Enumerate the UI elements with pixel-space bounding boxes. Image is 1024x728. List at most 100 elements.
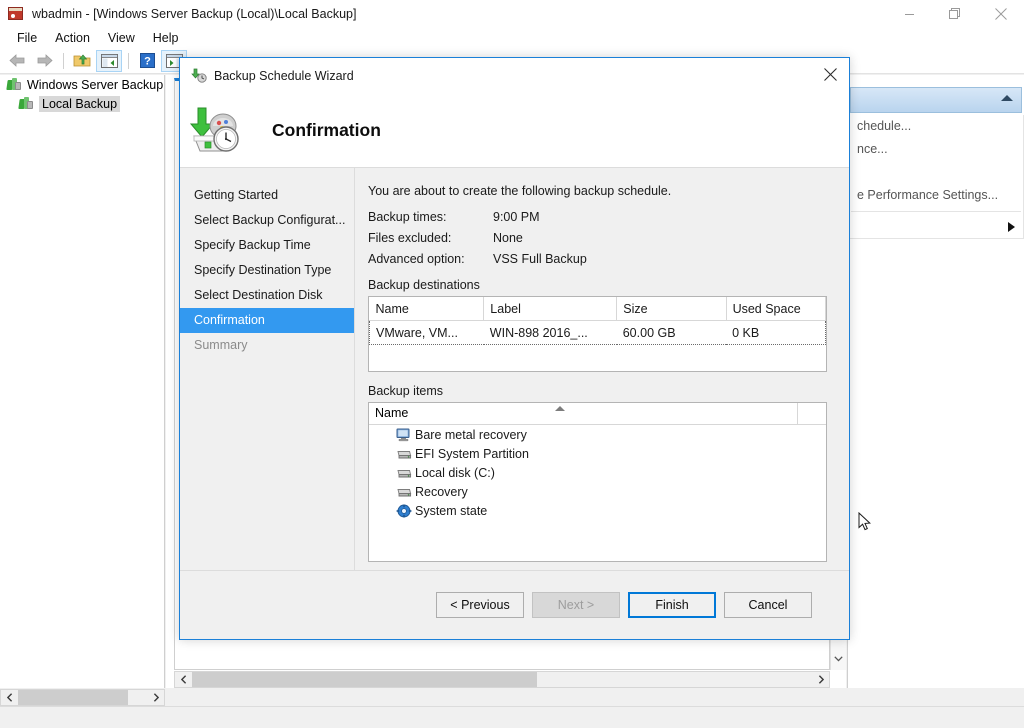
back-icon[interactable]: [4, 50, 30, 72]
table-row[interactable]: VMware, VM... WIN-898 2016_... 60.00 GB …: [370, 321, 826, 345]
cancel-button[interactable]: Cancel: [724, 592, 812, 618]
list-item-label: Local disk (C:): [415, 466, 495, 480]
backup-destinations-table[interactable]: Name Label Size Used Space VMware, VM...…: [368, 296, 827, 372]
step-specify-backup-time[interactable]: Specify Backup Time: [180, 233, 354, 258]
computer-icon: [396, 428, 412, 442]
help-icon[interactable]: ?: [134, 50, 160, 72]
page-title: Confirmation: [272, 120, 381, 141]
menu-view[interactable]: View: [99, 29, 144, 47]
field-label: Files excluded:: [368, 231, 493, 245]
svg-text:?: ?: [144, 56, 151, 68]
menu-bar: File Action View Help: [0, 28, 1024, 48]
dialog-header: Confirmation: [180, 94, 849, 168]
drive-icon: [396, 466, 412, 480]
scroll-right-icon[interactable]: [147, 690, 164, 705]
column-divider[interactable]: [797, 403, 798, 424]
scrollbar-thumb[interactable]: [18, 690, 128, 705]
action-backup-schedule[interactable]: chedule...: [849, 115, 1023, 138]
mouse-cursor: [858, 512, 872, 532]
step-select-backup-configuration[interactable]: Select Backup Configurat...: [180, 208, 354, 233]
window-controls: [886, 0, 1024, 28]
menu-file[interactable]: File: [8, 29, 46, 47]
list-item[interactable]: EFI System Partition: [369, 444, 826, 463]
items-header-row: Name: [369, 403, 826, 425]
step-summary: Summary: [180, 333, 354, 358]
column-header-name[interactable]: Name: [369, 403, 826, 424]
system-state-icon: [396, 504, 412, 518]
cell-label: WIN-898 2016_...: [484, 321, 617, 345]
actions-pane-header[interactable]: [850, 87, 1022, 113]
step-specify-destination-type[interactable]: Specify Destination Type: [180, 258, 354, 283]
backup-schedule-icon: [191, 68, 207, 84]
confirmation-content: You are about to create the following ba…: [355, 168, 849, 570]
toolbar-separator-2: [128, 53, 129, 69]
list-item-label: EFI System Partition: [415, 447, 529, 461]
actions-pane: chedule... nce... e Performance Settings…: [847, 75, 1024, 688]
tree-item-local-backup[interactable]: Local Backup: [0, 94, 164, 113]
server-backup-icon: [6, 78, 22, 92]
column-header-size[interactable]: Size: [617, 297, 726, 321]
menu-action[interactable]: Action: [46, 29, 99, 47]
sort-ascending-icon: [555, 406, 565, 411]
finish-button[interactable]: Finish: [628, 592, 716, 618]
backup-items-list[interactable]: Name Bare metal: [368, 402, 827, 562]
drive-icon: [396, 447, 412, 461]
scroll-left-icon[interactable]: [175, 672, 192, 687]
action-misc[interactable]: [849, 161, 1023, 184]
step-select-destination-disk[interactable]: Select Destination Disk: [180, 283, 354, 308]
tree-horizontal-scrollbar[interactable]: [0, 689, 165, 706]
intro-text: You are about to create the following ba…: [368, 184, 827, 198]
step-confirmation[interactable]: Confirmation: [180, 308, 354, 333]
list-item-label: System state: [415, 504, 487, 518]
table-header-row: Name Label Size Used Space: [370, 297, 826, 321]
restore-icon[interactable]: [932, 0, 978, 28]
previous-button[interactable]: < Previous: [436, 592, 524, 618]
next-button: Next >: [532, 592, 620, 618]
scroll-left-icon[interactable]: [1, 690, 18, 705]
tree-pane: Windows Server Backup (L Local Backup: [0, 75, 165, 688]
toolbar-separator-1: [63, 53, 64, 69]
tree-item-label: Windows Server Backup (L: [27, 78, 178, 92]
up-folder-icon[interactable]: [69, 50, 95, 72]
list-horizontal-scrollbar[interactable]: [174, 671, 830, 688]
field-files-excluded: Files excluded: None: [368, 231, 827, 245]
list-item[interactable]: System state: [369, 501, 826, 520]
column-header-name[interactable]: Name: [370, 297, 484, 321]
wizard-steps: Getting Started Select Backup Configurat…: [180, 168, 355, 570]
actions-more-icon[interactable]: [849, 216, 1023, 238]
field-value: 9:00 PM: [493, 210, 540, 224]
scroll-down-icon[interactable]: [831, 651, 846, 667]
wbadmin-icon: [8, 6, 24, 22]
actions-list: chedule... nce... e Performance Settings…: [848, 115, 1024, 239]
scroll-right-icon[interactable]: [812, 672, 829, 687]
tree-item-windows-server-backup[interactable]: Windows Server Backup (L: [0, 75, 164, 94]
scrollbar-thumb[interactable]: [192, 672, 537, 687]
close-icon[interactable]: [815, 61, 845, 87]
dialog-footer: < Previous Next > Finish Cancel: [180, 570, 849, 639]
list-item[interactable]: Recovery: [369, 482, 826, 501]
cell-used-space: 0 KB: [726, 321, 825, 345]
dialog-caption-bar: Backup Schedule Wizard: [180, 58, 849, 94]
show-tree-pane-icon[interactable]: [96, 50, 122, 72]
window-title: wbadmin - [Windows Server Backup (Local)…: [32, 7, 356, 21]
close-icon[interactable]: [978, 0, 1024, 28]
minimize-icon[interactable]: [886, 0, 932, 28]
actions-separator: [851, 211, 1021, 212]
column-header-used-space[interactable]: Used Space: [726, 297, 825, 321]
list-item[interactable]: Bare metal recovery: [369, 425, 826, 444]
step-getting-started[interactable]: Getting Started: [180, 183, 354, 208]
wbadmin-window: wbadmin - [Windows Server Backup (Local)…: [0, 0, 1024, 728]
action-backup-once[interactable]: nce...: [849, 138, 1023, 161]
forward-icon[interactable]: [31, 50, 57, 72]
chevron-up-icon[interactable]: [1001, 95, 1013, 101]
list-item[interactable]: Local disk (C:): [369, 463, 826, 482]
field-value: VSS Full Backup: [493, 252, 587, 266]
field-backup-times: Backup times: 9:00 PM: [368, 210, 827, 224]
backup-destinations-label: Backup destinations: [368, 278, 827, 292]
dialog-title: Backup Schedule Wizard: [214, 69, 354, 83]
action-performance-settings[interactable]: e Performance Settings...: [849, 184, 1023, 207]
backup-clock-icon: [188, 106, 244, 156]
menu-help[interactable]: Help: [144, 29, 188, 47]
column-header-label[interactable]: Label: [484, 297, 617, 321]
field-advanced-option: Advanced option: VSS Full Backup: [368, 252, 827, 266]
